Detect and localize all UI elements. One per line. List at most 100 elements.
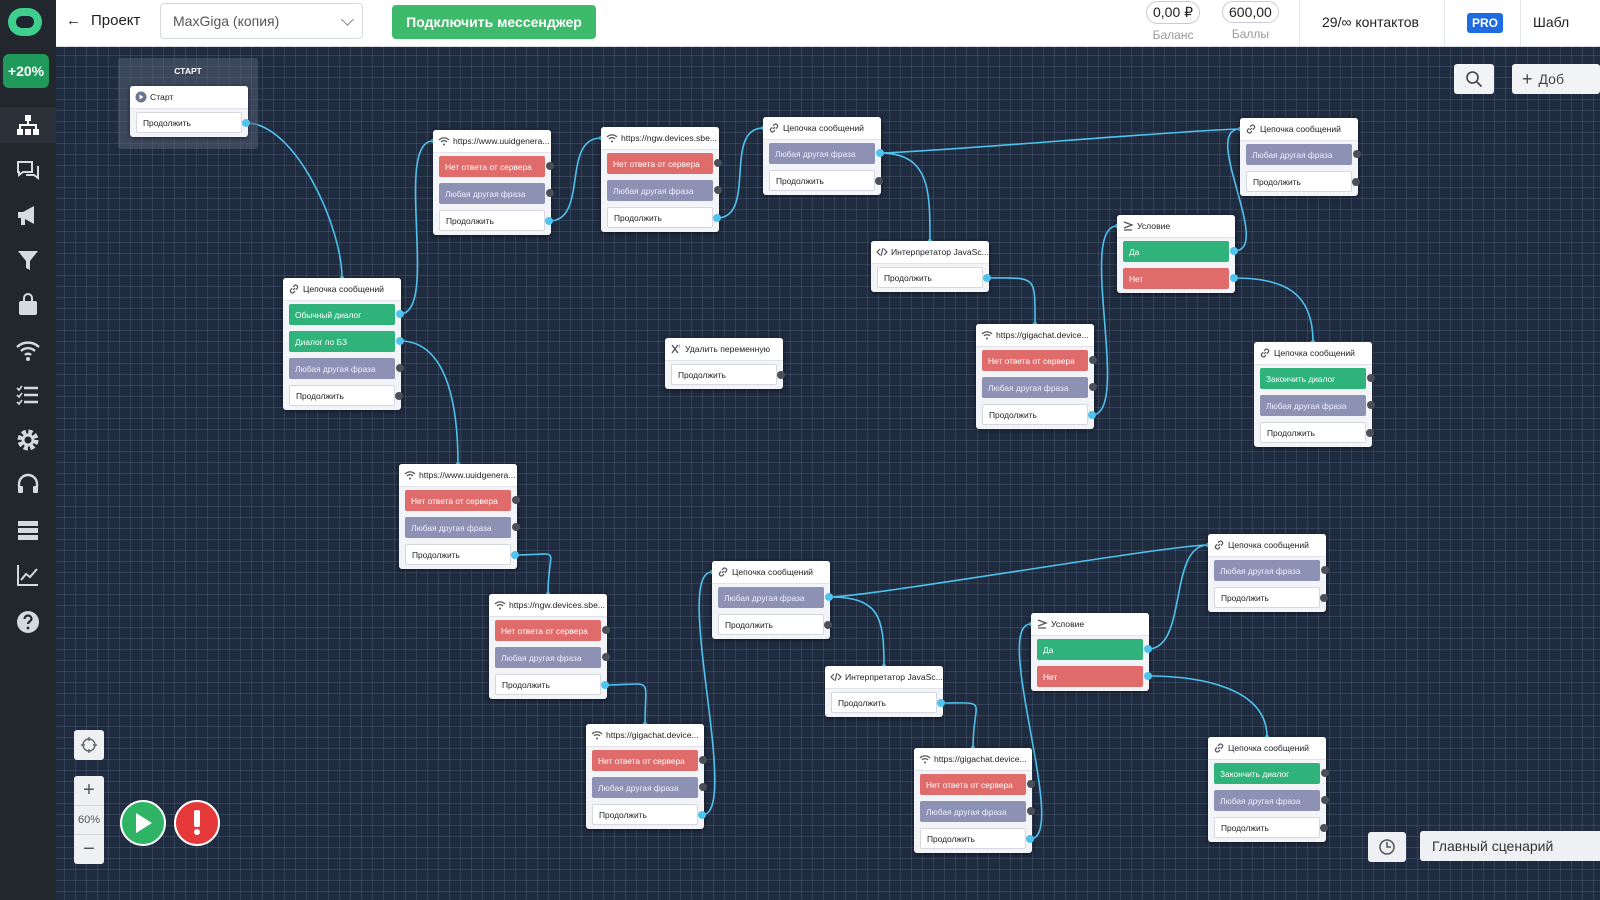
node-header[interactable]: Цепочка сообщений: [712, 561, 830, 584]
flow-node[interactable]: https://ngw.devices.sbe... Нет ответа от …: [601, 127, 722, 232]
node-button[interactable]: Любая другая фраза: [439, 183, 554, 204]
node-button[interactable]: Обычный диалог: [289, 304, 404, 325]
node-header[interactable]: https://gigachat.device...: [586, 724, 704, 747]
node-header[interactable]: Условие: [1117, 215, 1235, 238]
node-button[interactable]: Нет ответа от сервера: [920, 774, 1035, 795]
connection-wire[interactable]: [1147, 544, 1209, 650]
node-button[interactable]: Продолжить: [495, 674, 609, 695]
node-button[interactable]: Нет ответа от сервера: [982, 350, 1097, 371]
output-port[interactable]: [875, 177, 883, 185]
output-port[interactable]: [1088, 411, 1096, 419]
node-button[interactable]: Любая другая фраза: [920, 801, 1035, 822]
flow-node[interactable]: Цепочка сообщений Закончить диалог Любая д…: [1254, 342, 1375, 447]
node-header[interactable]: Интерпретатор JavaSc...: [825, 666, 943, 689]
output-port[interactable]: [546, 189, 554, 197]
node-button[interactable]: Продолжить: [1214, 587, 1328, 608]
node-button[interactable]: Продолжить: [920, 828, 1034, 849]
flow-node[interactable]: Цепочка сообщений Обычный диалог Диалог по…: [283, 278, 404, 410]
node-header[interactable]: https://gigachat.device...: [976, 324, 1094, 347]
output-port[interactable]: [396, 337, 404, 345]
lists-icon[interactable]: [0, 377, 56, 413]
node-button[interactable]: Продолжить: [1214, 817, 1328, 838]
output-port[interactable]: [602, 626, 610, 634]
output-port[interactable]: [699, 783, 707, 791]
node-header[interactable]: Условие: [1031, 613, 1149, 636]
shop-icon[interactable]: [0, 287, 56, 323]
node-button[interactable]: Да: [1123, 241, 1238, 262]
node-header[interactable]: Цепочка сообщений: [1240, 118, 1358, 141]
node-button[interactable]: Продолжить: [718, 614, 832, 635]
output-port[interactable]: [1367, 374, 1375, 382]
output-port[interactable]: [698, 811, 706, 819]
output-port[interactable]: [1027, 807, 1035, 815]
node-header[interactable]: Цепочка сообщений: [763, 117, 881, 140]
node-button[interactable]: Продолжить: [136, 112, 250, 133]
plan-badge[interactable]: PRO: [1467, 13, 1504, 33]
webhook-icon[interactable]: [0, 332, 56, 368]
node-header[interactable]: https://gigachat.device...: [914, 748, 1032, 771]
flow-node[interactable]: https://gigachat.device... Нет ответа от …: [586, 724, 707, 829]
connection-wire[interactable]: [1147, 675, 1268, 738]
node-button[interactable]: Любая другая фраза: [769, 143, 884, 164]
node-header[interactable]: https://ngw.devices.sbe...: [601, 127, 719, 150]
node-header[interactable]: Интерпретатор JavaSc...: [871, 241, 989, 264]
run-button[interactable]: [120, 800, 166, 846]
output-port[interactable]: [1320, 594, 1328, 602]
node-button[interactable]: Диалог по БЗ: [289, 331, 404, 352]
connection-wire[interactable]: [548, 137, 602, 222]
scenarios-icon[interactable]: [0, 107, 56, 143]
output-port[interactable]: [1026, 835, 1034, 843]
connection-wire[interactable]: [940, 702, 977, 749]
flow-node[interactable]: Интерпретатор JavaSc... Продолжить: [825, 666, 945, 717]
node-button[interactable]: Нет ответа от сервера: [607, 153, 722, 174]
output-port[interactable]: [546, 162, 554, 170]
node-button[interactable]: Продолжить: [671, 364, 785, 385]
node-button[interactable]: Любая другая фраза: [1260, 395, 1375, 416]
node-button[interactable]: Продолжить: [1246, 171, 1360, 192]
output-port[interactable]: [777, 371, 785, 379]
flow-node[interactable]: Условие Да Нет: [1117, 215, 1238, 293]
broadcast-icon[interactable]: [0, 197, 56, 233]
node-header[interactable]: Цепочка сообщений: [1208, 737, 1326, 760]
output-port[interactable]: [1366, 429, 1374, 437]
node-button[interactable]: Закончить диалог: [1214, 763, 1329, 784]
errors-button[interactable]: [174, 800, 220, 846]
connection-wire[interactable]: [399, 140, 434, 315]
connect-messenger-button[interactable]: Подключить мессенджер: [392, 5, 596, 39]
node-button[interactable]: Любая другая фраза: [607, 180, 722, 201]
output-port[interactable]: [714, 159, 722, 167]
output-port[interactable]: [824, 621, 832, 629]
node-button[interactable]: Продолжить: [1260, 422, 1374, 443]
connection-wire[interactable]: [828, 596, 885, 667]
output-port[interactable]: [1367, 401, 1375, 409]
output-port[interactable]: [602, 653, 610, 661]
scenario-select[interactable]: Главный сценарий: [1420, 831, 1600, 861]
node-button[interactable]: Любая другая фраза: [495, 647, 610, 668]
output-port[interactable]: [1144, 672, 1152, 680]
output-port[interactable]: [1352, 178, 1360, 186]
output-port[interactable]: [1353, 150, 1361, 158]
node-button[interactable]: Нет ответа от сервера: [405, 490, 520, 511]
node-button[interactable]: Любая другая фраза: [405, 517, 520, 538]
node-button[interactable]: Продолжить: [289, 385, 403, 406]
filter-icon[interactable]: [0, 242, 56, 278]
node-button[interactable]: Нет ответа от сервера: [495, 620, 610, 641]
output-port[interactable]: [983, 274, 991, 282]
output-port[interactable]: [1320, 824, 1328, 832]
node-button[interactable]: Продолжить: [405, 544, 519, 565]
connection-wire[interactable]: [604, 683, 647, 725]
node-button[interactable]: Да: [1037, 639, 1152, 660]
output-port[interactable]: [1321, 566, 1329, 574]
analytics-icon[interactable]: [0, 557, 56, 593]
search-button[interactable]: [1454, 64, 1494, 94]
connection-wire[interactable]: [514, 553, 552, 595]
connection-wire[interactable]: [879, 128, 1241, 154]
node-button[interactable]: Продолжить: [607, 207, 721, 228]
output-port[interactable]: [511, 551, 519, 559]
node-button[interactable]: Любая другая фраза: [1214, 560, 1329, 581]
node-button[interactable]: Любая другая фраза: [1214, 790, 1329, 811]
node-button[interactable]: Продолжить: [831, 692, 945, 713]
connection-wire[interactable]: [1233, 277, 1314, 343]
output-port[interactable]: [1321, 796, 1329, 804]
node-header[interactable]: i Удалить переменную: [665, 338, 783, 361]
